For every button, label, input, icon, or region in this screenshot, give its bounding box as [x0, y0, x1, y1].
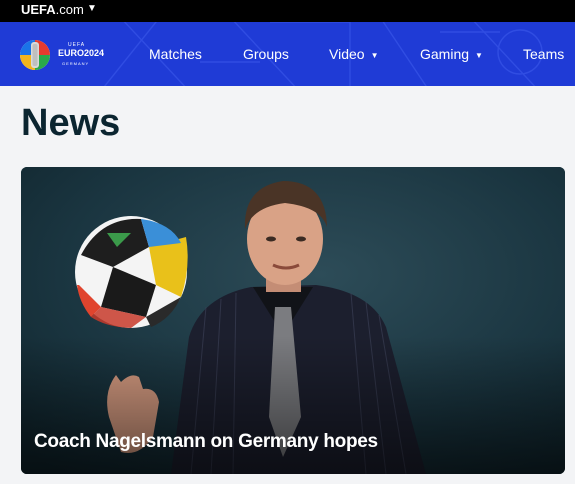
- nav-item-teams[interactable]: Teams: [523, 45, 564, 63]
- featured-news-card[interactable]: Coach Nagelsmann on Germany hopes: [21, 167, 565, 474]
- chevron-down-icon: ▼: [370, 51, 379, 60]
- logo-euro-text: EURO2024: [58, 48, 105, 58]
- nav-item-video[interactable]: Video ▼: [329, 45, 378, 65]
- brand-domain: .com: [55, 2, 84, 17]
- euro2024-logo[interactable]: UEFA EURO2024 GERMANY: [18, 36, 106, 74]
- news-photo: [21, 167, 565, 474]
- nav-item-label: Video: [329, 46, 365, 62]
- top-bar: UEFA.com ▼: [0, 0, 575, 22]
- nav-item-label: Matches: [149, 46, 202, 62]
- main-nav: UEFA EURO2024 GERMANY Matches Groups Vid…: [0, 22, 575, 86]
- nav-item-label: Groups: [243, 46, 289, 62]
- euro-trophy-logo-icon: [20, 40, 50, 70]
- uefa-com-link[interactable]: UEFA.com: [21, 1, 84, 19]
- news-headline: Coach Nagelsmann on Germany hopes: [34, 431, 378, 452]
- nav-item-gaming[interactable]: Gaming ▼: [420, 45, 483, 65]
- nav-item-label: Gaming: [420, 46, 470, 62]
- page-title: News: [21, 102, 121, 144]
- logo-country-text: GERMANY: [62, 61, 90, 66]
- brand-main: UEFA: [21, 2, 56, 17]
- chevron-down-icon[interactable]: ▼: [87, 2, 97, 16]
- nav-item-groups[interactable]: Groups: [243, 45, 289, 63]
- nav-item-label: Teams: [523, 46, 565, 62]
- nav-item-matches[interactable]: Matches: [149, 45, 202, 63]
- chevron-down-icon: ▼: [475, 51, 483, 60]
